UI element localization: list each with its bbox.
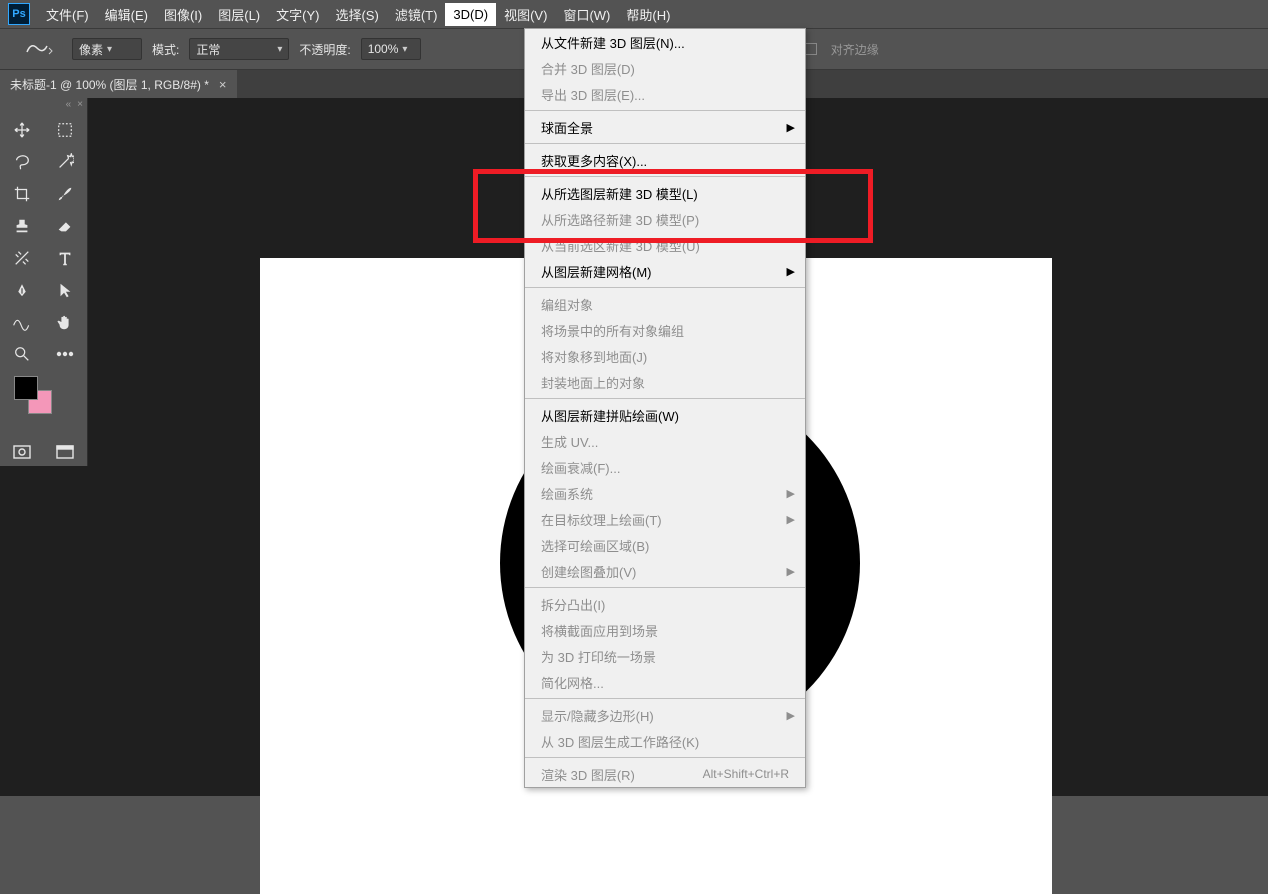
dd-select-paintable: 选择可绘画区域(B) (525, 532, 805, 558)
submenu-arrow-icon: ▶ (787, 121, 795, 134)
menu-separator (525, 757, 805, 758)
dd-render-3d-layer: 渲染 3D 图层(R) Alt+Shift+Ctrl+R (525, 761, 805, 787)
dd-get-more-content[interactable]: 获取更多内容(X)... (525, 147, 805, 173)
dd-merge-3d-layers: 合并 3D 图层(D) (525, 55, 805, 81)
hand-tool[interactable] (44, 306, 88, 338)
eraser-tool[interactable] (44, 210, 88, 242)
stamp-tool[interactable] (0, 210, 44, 242)
size-value: 像素 (79, 41, 103, 58)
dd-spherical-panorama[interactable]: 球面全景▶ (525, 114, 805, 140)
dd-paint-falloff: 绘画衰减(F)... (525, 454, 805, 480)
move-tool[interactable] (0, 114, 44, 146)
menu-help[interactable]: 帮助(H) (618, 1, 678, 28)
document-tab-title: 未标题-1 @ 100% (图层 1, RGB/8#) * (10, 76, 209, 93)
shape-tool[interactable] (0, 306, 44, 338)
dd-new-3d-layer-from-file[interactable]: 从文件新建 3D 图层(N)... (525, 29, 805, 55)
crop-tool[interactable] (0, 178, 44, 210)
menu-window[interactable]: 窗口(W) (555, 1, 618, 28)
dd-new-3d-extrusion-from-selection: 从当前选区新建 3D 模型(U) (525, 232, 805, 258)
dd-split-extrusion: 拆分凸出(I) (525, 591, 805, 617)
menubar: Ps 文件(F) 编辑(E) 图像(I) 图层(L) 文字(Y) 选择(S) 滤… (0, 0, 1268, 28)
menu-file[interactable]: 文件(F) (38, 1, 97, 28)
submenu-arrow-icon: ▶ (787, 565, 795, 578)
menu-3d-dropdown: 从文件新建 3D 图层(N)... 合并 3D 图层(D) 导出 3D 图层(E… (524, 28, 806, 788)
screen-mode-button[interactable] (44, 438, 88, 466)
tool-panel-header[interactable]: «× (0, 98, 87, 112)
submenu-arrow-icon: ▶ (787, 709, 795, 722)
dd-new-3d-extrusion-from-layer[interactable]: 从所选图层新建 3D 模型(L) (525, 180, 805, 206)
dd-create-paint-overlay: 创建绘图叠加(V)▶ (525, 558, 805, 584)
dd-pack-on-ground: 封装地面上的对象 (525, 369, 805, 395)
collapse-icon[interactable]: « (66, 98, 72, 112)
menu-layer[interactable]: 图层(L) (210, 1, 268, 28)
menu-separator (525, 698, 805, 699)
size-dropdown[interactable]: 像素 ▾ (72, 38, 142, 60)
submenu-arrow-icon: ▶ (787, 265, 795, 278)
dd-paint-on-texture: 在目标纹理上绘画(T)▶ (525, 506, 805, 532)
dd-unify-for-3d-print: 为 3D 打印统一场景 (525, 643, 805, 669)
chevron-down-icon: ▾ (402, 44, 407, 55)
submenu-arrow-icon: ▶ (787, 487, 795, 500)
spot-heal-tool[interactable] (0, 242, 44, 274)
tool-panel: «× (0, 98, 88, 466)
mode-dropdown[interactable]: 正常 ▾ (189, 38, 289, 60)
dd-group-all-in-scene: 将场景中的所有对象编组 (525, 317, 805, 343)
lasso-tool[interactable] (0, 146, 44, 178)
menu-3d[interactable]: 3D(D) (445, 3, 496, 26)
edit-toolbar[interactable] (44, 338, 88, 370)
opacity-value: 100% (368, 42, 399, 56)
document-tab[interactable]: 未标题-1 @ 100% (图层 1, RGB/8#) * × (0, 70, 237, 98)
dd-show-hide-polygons: 显示/隐藏多边形(H)▶ (525, 702, 805, 728)
zoom-tool[interactable] (0, 338, 44, 370)
menu-filter[interactable]: 滤镜(T) (387, 1, 446, 28)
menu-separator (525, 110, 805, 111)
menu-separator (525, 587, 805, 588)
align-edges-label: 对齐边缘 (831, 41, 879, 58)
menu-image[interactable]: 图像(I) (156, 1, 210, 28)
align-edges-checkbox[interactable] (805, 43, 817, 55)
close-icon[interactable]: × (219, 77, 227, 92)
opacity-field[interactable]: 100%▾ (361, 38, 421, 60)
dd-group-objects: 编组对象 (525, 291, 805, 317)
menu-separator (525, 143, 805, 144)
menu-edit[interactable]: 编辑(E) (97, 1, 156, 28)
dd-generate-uv: 生成 UV... (525, 428, 805, 454)
chevron-down-icon: ▾ (107, 44, 112, 55)
dd-paint-system: 绘画系统▶ (525, 480, 805, 506)
photoshop-logo: Ps (8, 3, 30, 25)
text-tool[interactable] (44, 242, 88, 274)
dd-simplify-mesh: 简化网格... (525, 669, 805, 695)
brush-tool[interactable] (44, 178, 88, 210)
dd-new-mesh-from-layer[interactable]: 从图层新建网格(M)▶ (525, 258, 805, 284)
path-select-tool[interactable] (44, 274, 88, 306)
submenu-arrow-icon: ▶ (787, 513, 795, 526)
close-icon[interactable]: × (77, 98, 83, 112)
mode-value: 正常 (196, 41, 220, 58)
menu-separator (525, 287, 805, 288)
menu-separator (525, 176, 805, 177)
foreground-color-swatch[interactable] (14, 376, 38, 400)
color-swatches[interactable] (14, 376, 87, 426)
dd-new-tiled-painting[interactable]: 从图层新建拼贴绘画(W) (525, 402, 805, 428)
opacity-label: 不透明度: (299, 41, 350, 58)
menu-type[interactable]: 文字(Y) (268, 1, 327, 28)
mode-label: 模式: (152, 41, 179, 58)
tool-preset-icon[interactable] (14, 34, 62, 64)
quickmask-button[interactable] (0, 438, 44, 466)
dd-move-to-ground: 将对象移到地面(J) (525, 343, 805, 369)
marquee-tool[interactable] (44, 114, 88, 146)
pen-tool[interactable] (0, 274, 44, 306)
dd-apply-cross-section: 将横截面应用到场景 (525, 617, 805, 643)
shortcut-label: Alt+Shift+Ctrl+R (703, 767, 789, 781)
magic-wand-tool[interactable] (44, 146, 88, 178)
dd-make-work-path: 从 3D 图层生成工作路径(K) (525, 728, 805, 754)
menu-view[interactable]: 视图(V) (496, 1, 555, 28)
dd-export-3d-layer: 导出 3D 图层(E)... (525, 81, 805, 107)
menu-select[interactable]: 选择(S) (327, 1, 386, 28)
menu-separator (525, 398, 805, 399)
dd-new-3d-extrusion-from-path: 从所选路径新建 3D 模型(P) (525, 206, 805, 232)
chevron-down-icon: ▾ (277, 44, 282, 55)
